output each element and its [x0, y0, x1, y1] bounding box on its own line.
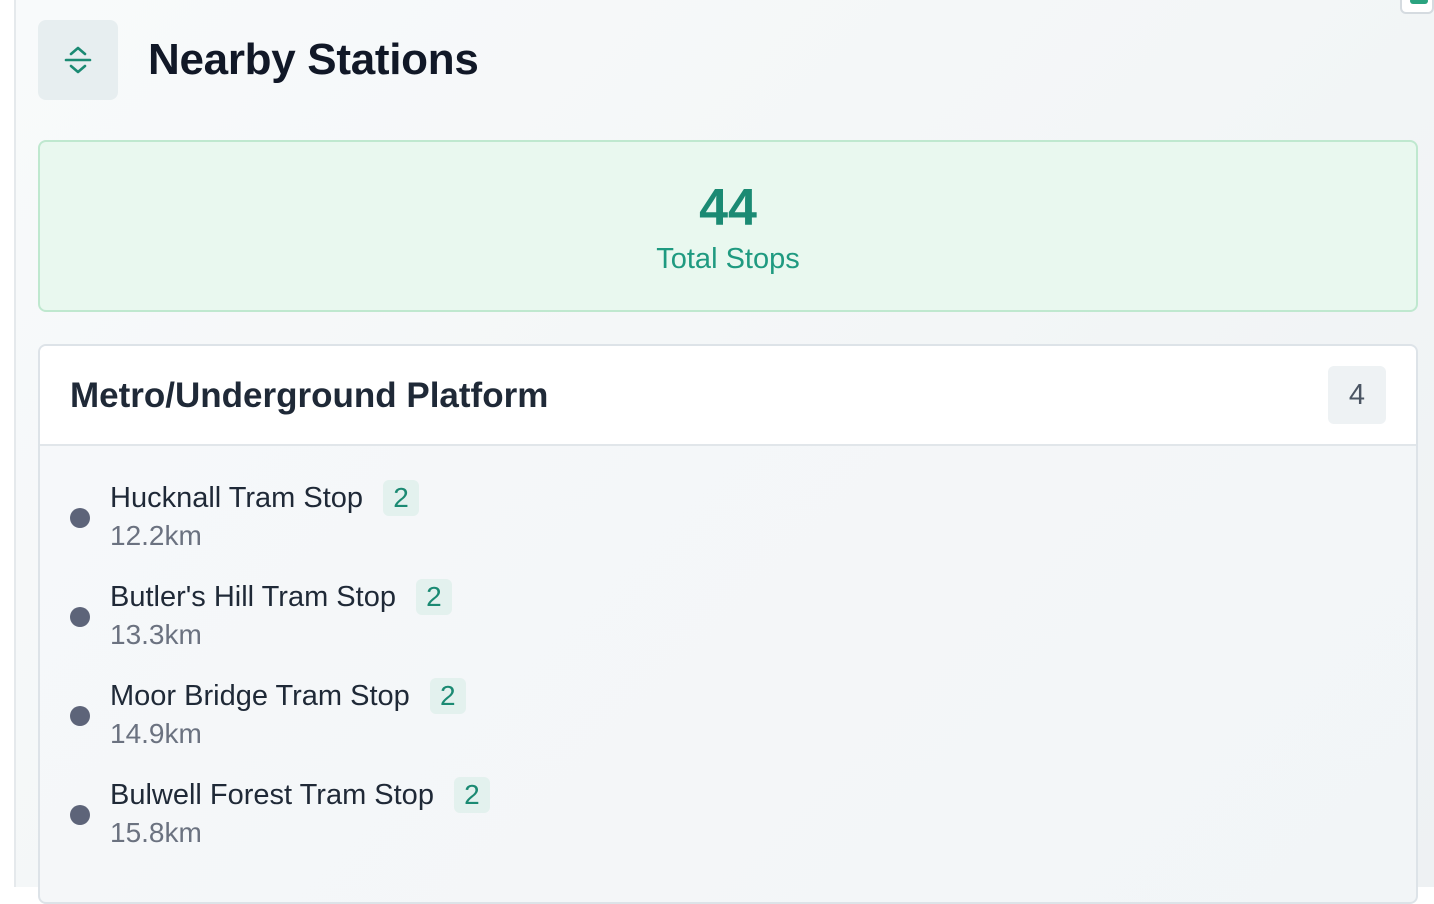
platform-count-badge: 2	[429, 678, 466, 714]
platform-count-badge: 2	[383, 480, 420, 516]
platform-count-badge: 2	[415, 579, 452, 615]
total-stops-label: Total Stops	[656, 243, 800, 275]
group-count-badge: 4	[1328, 366, 1386, 424]
nearby-stations-panel: Nearby Stations 44 Total Stops Metro/Und…	[14, 0, 1434, 904]
total-stops-count: 44	[699, 179, 757, 237]
station-name: Butler's Hill Tram Stop	[110, 580, 396, 613]
station-distance: 12.2km	[110, 520, 202, 551]
platform-count-badge: 2	[453, 777, 490, 813]
list-item[interactable]: Hucknall Tram Stop 2 12.2km	[40, 478, 1416, 558]
expand-collapse-icon	[64, 46, 92, 74]
bullet-dot-icon	[70, 607, 90, 627]
group-title: Metro/Underground Platform	[70, 376, 549, 415]
station-distance: 13.3km	[110, 619, 202, 650]
station-name: Hucknall Tram Stop	[110, 481, 364, 514]
page-title: Nearby Stations	[148, 35, 479, 84]
list-item[interactable]: Butler's Hill Tram Stop 2 13.3km	[40, 577, 1416, 657]
station-distance: 15.8km	[110, 817, 202, 848]
corner-toggle[interactable]	[1400, 0, 1434, 14]
bullet-dot-icon	[70, 805, 90, 825]
bullet-dot-icon	[70, 508, 90, 528]
station-name: Bulwell Forest Tram Stop	[110, 778, 434, 811]
panel-header: Nearby Stations	[38, 20, 479, 100]
total-stops-card: 44 Total Stops	[38, 140, 1418, 312]
group-header[interactable]: Metro/Underground Platform 4	[40, 346, 1416, 446]
list-item[interactable]: Bulwell Forest Tram Stop 2 15.8km	[40, 775, 1416, 855]
station-group-metro: Metro/Underground Platform 4 Hucknall Tr…	[38, 344, 1418, 904]
station-distance: 14.9km	[110, 718, 202, 749]
bullet-dot-icon	[70, 706, 90, 726]
collapse-toggle-button[interactable]	[38, 20, 118, 100]
station-name: Moor Bridge Tram Stop	[110, 679, 410, 712]
list-item[interactable]: Moor Bridge Tram Stop 2 14.9km	[40, 676, 1416, 756]
